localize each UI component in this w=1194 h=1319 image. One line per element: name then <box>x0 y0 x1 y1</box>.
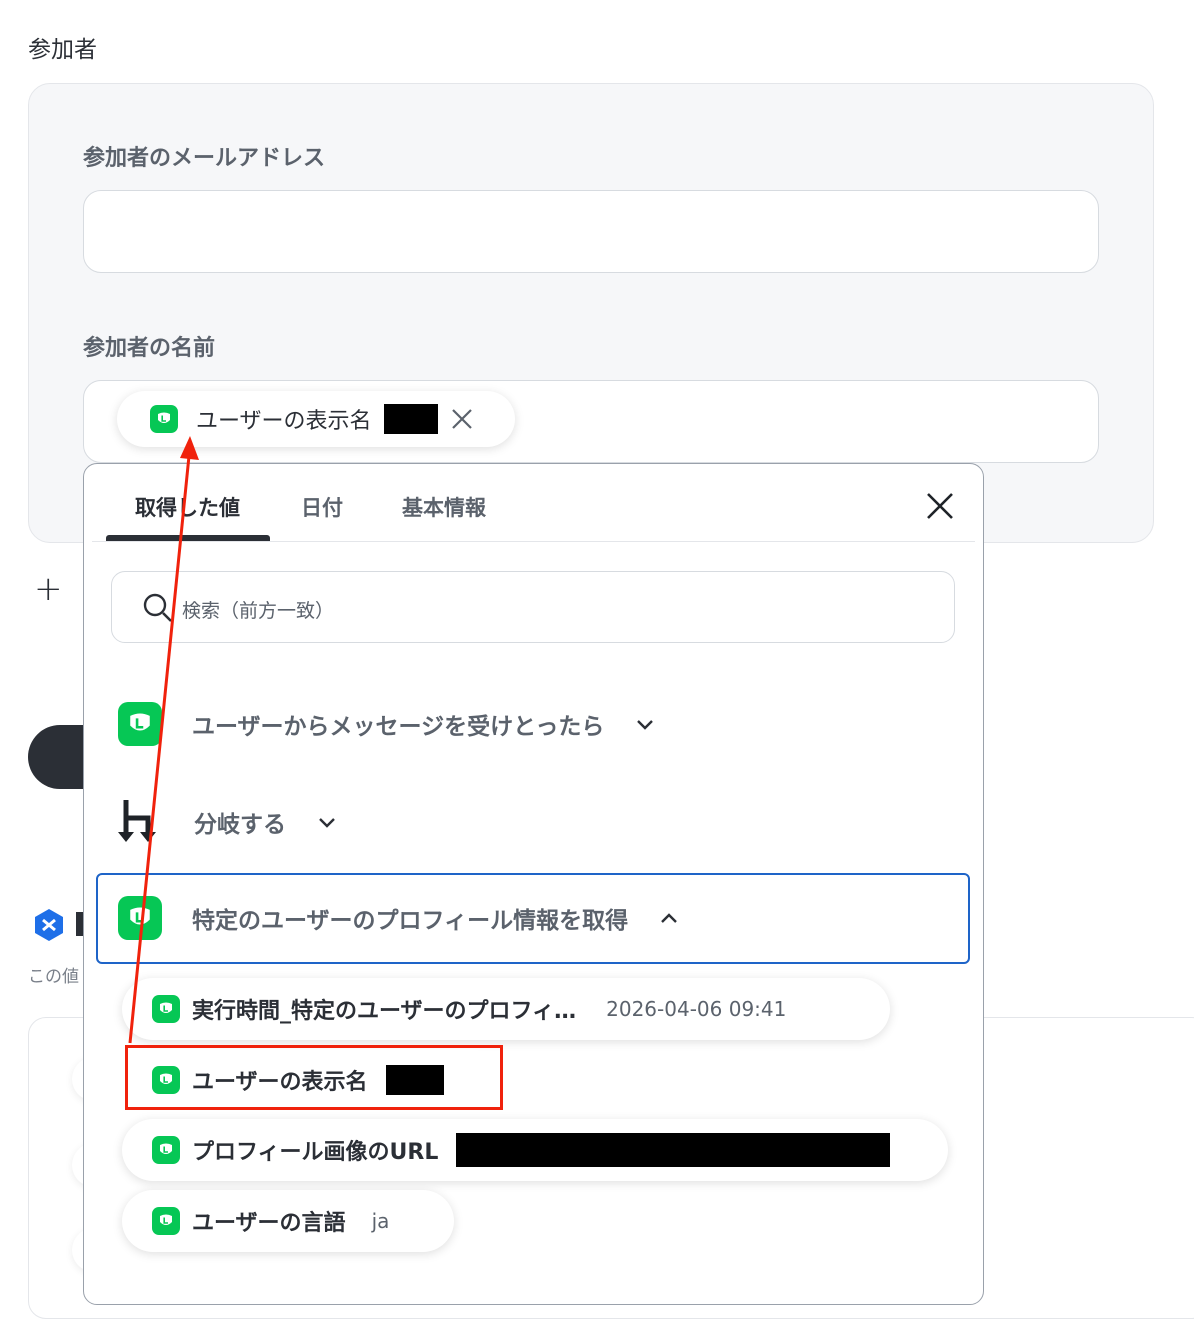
email-field-label: 参加者のメールアドレス <box>83 146 326 171</box>
value-text: ja <box>371 1209 390 1233</box>
line-icon <box>152 995 180 1023</box>
value-item-profile-image-url[interactable]: プロフィール画像のURL <box>122 1119 948 1181</box>
tab-date[interactable]: 日付 <box>301 492 343 522</box>
close-icon[interactable] <box>450 407 474 431</box>
app-badge-icon <box>32 908 66 942</box>
search-placeholder: 検索（前方一致） <box>182 600 335 622</box>
chevron-down-icon <box>319 818 335 828</box>
redacted-value <box>383 404 438 434</box>
value-item-language[interactable]: ユーザーの言語 ja <box>122 1190 454 1252</box>
group-label: 分岐する <box>194 812 286 838</box>
branch-icon <box>118 798 164 846</box>
line-icon <box>152 1207 180 1235</box>
search-input[interactable]: 検索（前方一致） <box>111 571 955 643</box>
line-icon <box>118 702 162 746</box>
group-profile[interactable]: 特定のユーザーのプロフィール情報を取得 <box>118 896 680 940</box>
line-icon <box>118 896 162 940</box>
line-icon <box>150 405 178 433</box>
name-field-label: 参加者の名前 <box>83 336 216 361</box>
close-icon[interactable] <box>924 490 956 522</box>
tab-basic-info[interactable]: 基本情報 <box>402 492 486 522</box>
annotation-highlight-box <box>125 1045 503 1110</box>
value-label: 実行時間_特定のユーザーのプロフィ… <box>192 999 577 1024</box>
value-text: 2026-04-06 09:41 <box>606 997 787 1021</box>
chip-label: ユーザーの表示名 <box>196 409 372 434</box>
group-branch[interactable]: 分岐する <box>118 798 338 846</box>
tab-divider <box>92 541 975 542</box>
search-icon <box>143 593 172 622</box>
chevron-down-icon <box>637 720 654 730</box>
email-field[interactable] <box>83 190 1099 273</box>
line-icon <box>152 1136 180 1164</box>
add-icon[interactable]: + <box>34 572 63 606</box>
tab-obtained-values[interactable]: 取得した値 <box>135 492 240 522</box>
redacted-value <box>456 1133 891 1167</box>
name-value-chip[interactable]: ユーザーの表示名 <box>117 391 515 447</box>
value-label: ユーザーの言語 <box>192 1211 346 1236</box>
group-label: ユーザーからメッセージを受けとったら <box>192 714 605 740</box>
value-picker-popup: 取得した値 日付 基本情報 検索（前方一致） ユーザーからメッセージを受けとった… <box>83 463 984 1305</box>
section-title: 参加者 <box>28 37 97 63</box>
value-item-execution-time[interactable]: 実行時間_特定のユーザーのプロフィ… 2026-04-06 09:41 <box>122 978 890 1040</box>
value-label: プロフィール画像のURL <box>192 1140 439 1165</box>
chevron-up-icon <box>661 913 677 923</box>
hint-text: この値 <box>28 967 79 987</box>
group-label: 特定のユーザーのプロフィール情報を取得 <box>192 908 629 934</box>
group-message-received[interactable]: ユーザーからメッセージを受けとったら <box>118 702 656 746</box>
